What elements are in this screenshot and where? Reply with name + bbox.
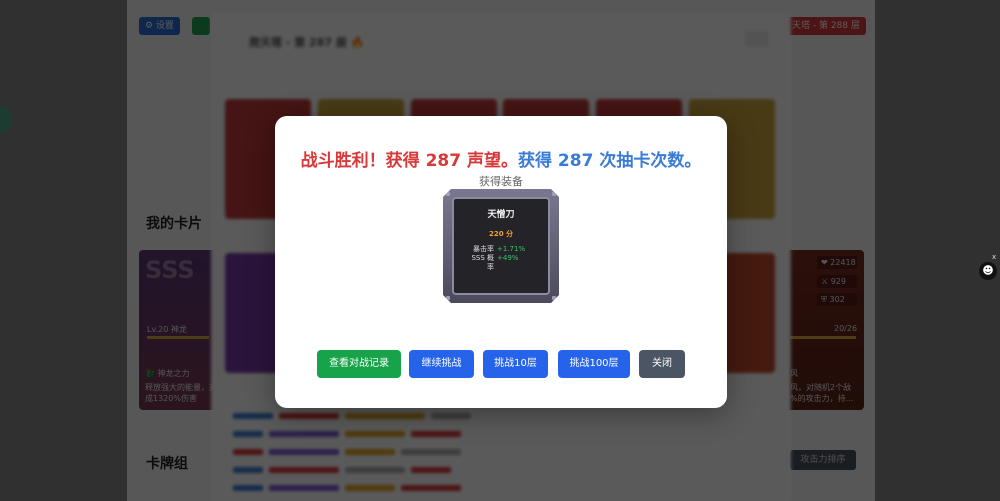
- stat-row: 率: [464, 263, 544, 272]
- robot-icon[interactable]: ☻: [979, 262, 997, 280]
- stat-key: 率: [487, 263, 494, 271]
- stat-row: 暴击率 +1.71%: [464, 245, 544, 254]
- challenge-100-button[interactable]: 挑战100层: [558, 350, 630, 378]
- victory-dialog: 战斗胜利！获得 287 声望。获得 287 次抽卡次数。 获得装备 天憎刀 22…: [275, 116, 727, 408]
- equipment-card[interactable]: 天憎刀 220 分 暴击率 +1.71% SSS 概 +49% 率: [443, 189, 559, 303]
- victory-text: 战斗胜利！: [300, 151, 386, 171]
- view-battle-log-button[interactable]: 查看对战记录: [317, 350, 401, 378]
- stat-key: SSS 概: [471, 254, 494, 262]
- equipment-score: 220 分: [488, 230, 514, 238]
- stat-value: +49%: [497, 254, 519, 262]
- rivet-icon: [446, 192, 450, 196]
- stat-value: +1.71%: [497, 245, 526, 253]
- reputation-reward: 获得 287 声望。: [385, 151, 518, 171]
- rivet-icon: [552, 296, 556, 300]
- rivet-icon: [446, 296, 450, 300]
- close-button[interactable]: 关闭: [639, 350, 685, 378]
- close-icon[interactable]: x: [992, 253, 996, 261]
- stat-row: SSS 概 +49%: [464, 254, 544, 263]
- challenge-10-button[interactable]: 挑战10层: [483, 350, 548, 378]
- equipment-label: 获得装备: [479, 175, 523, 188]
- equipment-panel: 天憎刀 220 分 暴击率 +1.71% SSS 概 +49% 率: [452, 197, 550, 295]
- continue-challenge-button[interactable]: 继续挑战: [409, 350, 474, 378]
- rivet-icon: [552, 192, 556, 196]
- victory-title: 战斗胜利！获得 287 声望。获得 287 次抽卡次数。: [275, 146, 727, 171]
- stat-key: 暴击率: [473, 245, 494, 253]
- equipment-name: 天憎刀: [487, 210, 515, 220]
- draw-reward: 获得 287 次抽卡次数。: [518, 151, 702, 171]
- equipment-stats: 暴击率 +1.71% SSS 概 +49% 率: [464, 245, 544, 272]
